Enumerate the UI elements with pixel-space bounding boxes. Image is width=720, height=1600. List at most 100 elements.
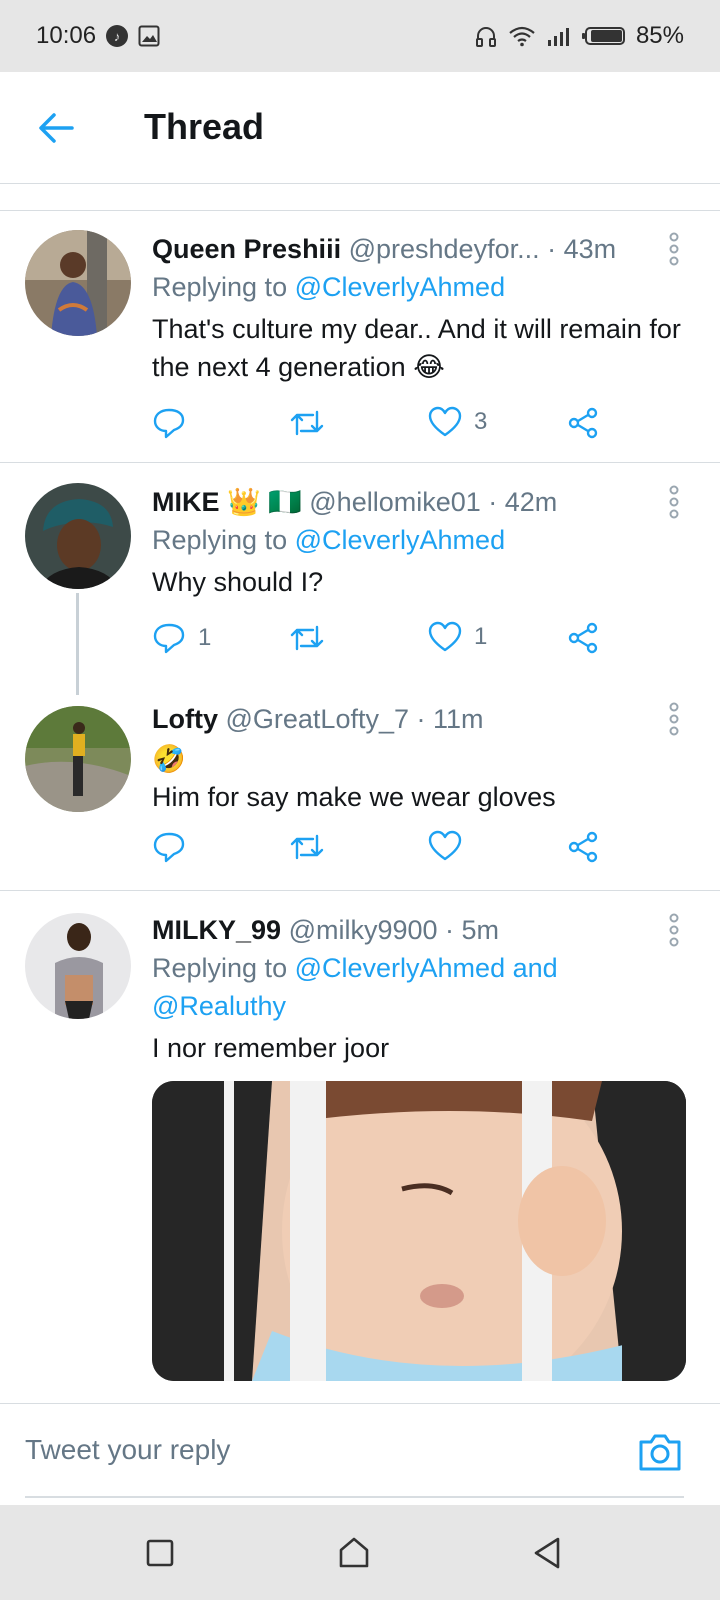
page-title: Thread — [144, 106, 265, 147]
like-button[interactable] — [428, 830, 474, 862]
reply-icon — [153, 832, 185, 863]
retweet-icon — [290, 625, 324, 651]
replying-to: Replying to @CleverlyAhmed and — [152, 949, 684, 987]
like-button[interactable]: 3 — [428, 406, 487, 438]
tweet-text: I nor remember joor — [152, 1033, 390, 1063]
replying-to-cont: @Realuthy — [152, 987, 684, 1025]
handle[interactable]: @milky9900 — [289, 915, 438, 945]
mention-link[interactable]: @CleverlyAhmed and — [295, 953, 558, 983]
handle[interactable]: @hellomike01 — [309, 487, 481, 517]
display-name[interactable]: Queen Preshiii — [152, 234, 341, 264]
timestamp: · 42m — [488, 487, 558, 517]
retweet-button[interactable] — [288, 830, 338, 864]
more-vertical-icon[interactable] — [664, 913, 684, 947]
home-button-icon[interactable] — [336, 1535, 372, 1571]
handle[interactable]: @preshdeyfor... — [349, 234, 540, 264]
music-note-icon: ♪ — [106, 25, 129, 47]
timestamp: · 11m — [416, 704, 484, 734]
mention-link[interactable]: @Realuthy — [152, 991, 286, 1021]
tweet[interactable]: Queen Preshiii @preshdeyfor... · 43m Rep… — [0, 210, 720, 464]
reply-icon — [153, 623, 185, 654]
heart-icon — [428, 830, 462, 861]
share-button[interactable] — [566, 621, 600, 655]
replying-prefix: Replying to — [152, 953, 288, 983]
more-vertical-icon[interactable] — [664, 485, 684, 519]
status-left: 10:06 ♪ — [36, 22, 160, 50]
heart-icon — [428, 406, 462, 437]
headphones-icon — [475, 27, 496, 47]
like-count: 3 — [474, 408, 488, 435]
avatar[interactable] — [25, 483, 131, 589]
tweet-actions — [152, 830, 612, 870]
reply-button[interactable]: 1 — [152, 621, 211, 655]
retweet-button[interactable] — [288, 621, 338, 655]
share-icon — [568, 407, 598, 439]
timestamp: · 5m — [445, 915, 500, 945]
tweet-header: Queen Preshiii @preshdeyfor... · 43m — [152, 232, 684, 266]
back-arrow-icon[interactable] — [36, 110, 76, 146]
reply-button[interactable] — [152, 830, 198, 864]
share-icon — [568, 622, 598, 654]
system-nav-bar — [0, 1505, 720, 1600]
timestamp: · 43m — [547, 234, 617, 264]
tweet-text: That's culture my dear.. And it will rem… — [152, 314, 681, 382]
tweet[interactable]: MILKY_99 @milky9900 · 5m Replying to @Cl… — [0, 891, 720, 1403]
reply-input[interactable]: Tweet your reply — [25, 1434, 230, 1466]
image-icon — [138, 25, 160, 47]
tweet[interactable]: MIKE 👑 🇳🇬 @hellomike01 · 42m Replying to… — [0, 463, 720, 695]
recents-button-icon[interactable] — [142, 1535, 178, 1571]
tweet-header: MILKY_99 @milky9900 · 5m — [152, 913, 684, 947]
tweet-header: Lofty @GreatLofty_7 · 11m — [152, 702, 684, 736]
replying-to: Replying to @CleverlyAhmed — [152, 521, 684, 559]
tweet-actions: 3 — [152, 406, 612, 446]
more-vertical-icon[interactable] — [664, 232, 684, 266]
more-vertical-icon[interactable] — [664, 702, 684, 736]
tweet-header: MIKE 👑 🇳🇬 @hellomike01 · 42m — [152, 485, 684, 519]
display-name[interactable]: MILKY_99 — [152, 915, 281, 945]
retweet-icon — [290, 410, 324, 436]
reply-count: 1 — [198, 624, 212, 651]
tweet-body: Queen Preshiii @preshdeyfor... · 43m Rep… — [152, 232, 684, 386]
thread-list[interactable]: Queen Preshiii @preshdeyfor... · 43m Rep… — [0, 185, 720, 1403]
tweet[interactable]: Lofty @GreatLofty_7 · 11m 🤣 Him for say … — [0, 680, 720, 890]
display-name[interactable]: Lofty — [152, 704, 218, 734]
tweet-actions: 1 1 — [152, 621, 612, 661]
like-button[interactable]: 1 — [428, 621, 487, 653]
mention-link[interactable]: @CleverlyAhmed — [295, 272, 505, 302]
heart-icon — [428, 621, 462, 652]
back-button-icon[interactable] — [530, 1535, 566, 1571]
avatar[interactable] — [25, 913, 131, 1019]
share-button[interactable] — [566, 406, 600, 440]
replying-prefix: Replying to — [152, 272, 288, 302]
replying-prefix: Replying to — [152, 525, 288, 555]
status-bar: 10:06 ♪ 85% — [0, 0, 720, 72]
tweet-emoji: 🤣 — [152, 744, 186, 774]
wifi-icon — [509, 26, 535, 47]
reply-button[interactable] — [152, 406, 198, 440]
reply-bar: Tweet your reply — [0, 1403, 720, 1501]
share-button[interactable] — [566, 830, 600, 864]
header: Thread — [0, 72, 720, 184]
avatar[interactable] — [25, 230, 131, 336]
input-underline — [25, 1496, 684, 1498]
tweet-body: Lofty @GreatLofty_7 · 11m 🤣 Him for say … — [152, 702, 684, 816]
tweet-text: Him for say make we wear gloves — [152, 782, 556, 812]
battery-icon — [581, 27, 625, 45]
tweet-image[interactable] — [152, 1081, 686, 1381]
mention-link[interactable]: @CleverlyAhmed — [295, 525, 505, 555]
handle[interactable]: @GreatLofty_7 — [226, 704, 410, 734]
status-time: 10:06 — [36, 22, 97, 49]
tweet-body: MILKY_99 @milky9900 · 5m Replying to @Cl… — [152, 913, 684, 1067]
signal-icon — [547, 28, 569, 46]
display-name[interactable]: MIKE 👑 🇳🇬 — [152, 487, 302, 517]
camera-icon[interactable] — [638, 1432, 682, 1472]
tweet-text: Why should I? — [152, 567, 324, 597]
retweet-button[interactable] — [288, 406, 338, 440]
reply-icon — [153, 408, 185, 439]
battery-percent: 85% — [635, 22, 684, 49]
status-right: 85% — [474, 22, 684, 50]
like-count: 1 — [474, 623, 488, 650]
share-icon — [568, 831, 598, 863]
avatar[interactable] — [25, 706, 131, 812]
replying-to: Replying to @CleverlyAhmed — [152, 268, 684, 306]
